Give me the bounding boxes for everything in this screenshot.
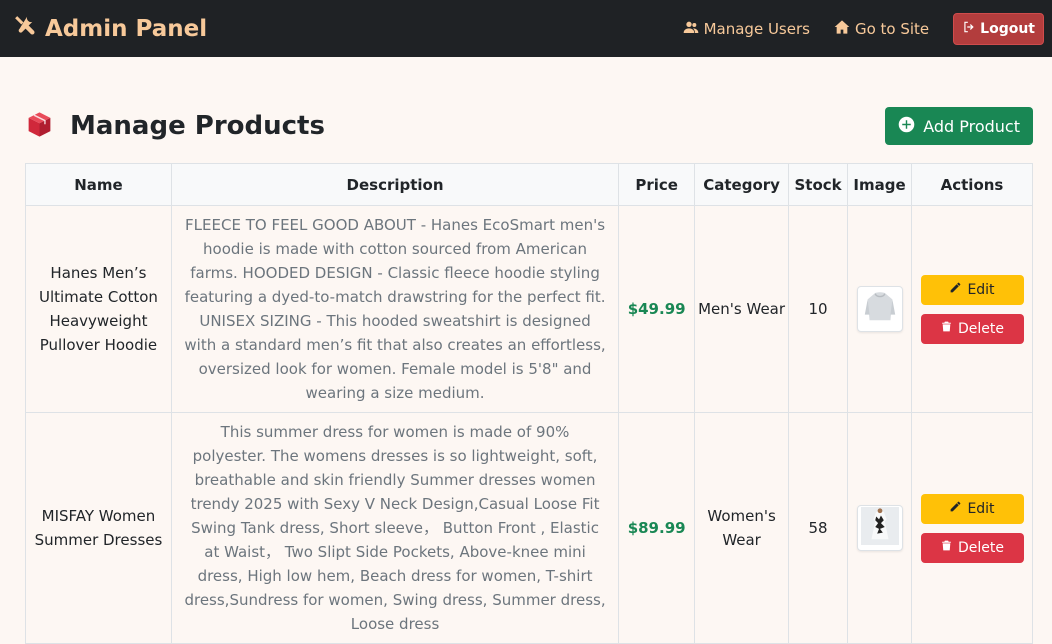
dress-thumbnail-icon [860, 507, 899, 549]
product-price: $89.99 [618, 412, 696, 644]
page-header: Manage Products Add Product [25, 107, 1033, 145]
product-thumbnail[interactable] [856, 505, 903, 551]
brand[interactable]: Admin Panel [12, 13, 207, 44]
edit-label: Edit [967, 281, 995, 298]
edit-label: Edit [967, 500, 995, 517]
column-header-name: Name [25, 163, 172, 206]
hoodie-thumbnail-icon [860, 288, 899, 330]
pencil-icon [949, 281, 962, 298]
go-to-site-link[interactable]: Go to Site [834, 19, 929, 39]
users-icon [683, 19, 699, 39]
column-header-stock: Stock [788, 163, 849, 206]
delete-button[interactable]: Delete [920, 532, 1024, 563]
add-product-label: Add Product [923, 116, 1020, 136]
column-header-image: Image [847, 163, 912, 206]
pencil-icon [949, 500, 962, 517]
table-row: Hanes Men’s Ultimate Cotton Heavyweight … [25, 205, 1033, 413]
manage-users-label: Manage Users [703, 19, 810, 38]
product-image-cell [847, 412, 912, 644]
products-table: Name Description Price Category Stock Im… [25, 163, 1033, 644]
product-name: MISFAY Women Summer Dresses [25, 412, 172, 644]
box-icon [25, 110, 54, 143]
logout-button[interactable]: Logout [953, 12, 1044, 45]
trash-icon [940, 320, 953, 337]
manage-users-link[interactable]: Manage Users [683, 19, 810, 39]
product-description: This summer dress for women is made of 9… [170, 412, 620, 644]
action-buttons: Edit Delete [912, 274, 1032, 344]
delete-label: Delete [958, 320, 1004, 337]
home-icon [834, 19, 850, 39]
trash-icon [940, 539, 953, 556]
product-price: $49.99 [618, 205, 696, 413]
column-header-description: Description [170, 163, 620, 206]
column-header-price: Price [618, 163, 696, 206]
product-description: FLEECE TO FEEL GOOD ABOUT - Hanes EcoSma… [170, 205, 620, 413]
table-row: MISFAY Women Summer Dresses This summer … [25, 412, 1033, 644]
tools-icon [12, 13, 37, 44]
column-header-category: Category [694, 163, 790, 206]
column-header-actions: Actions [911, 163, 1033, 206]
product-image-cell [847, 205, 912, 413]
product-category: Women's Wear [694, 412, 790, 644]
add-product-button[interactable]: Add Product [885, 107, 1033, 145]
action-buttons: Edit Delete [912, 493, 1032, 563]
delete-label: Delete [958, 539, 1004, 556]
plus-circle-icon [898, 116, 915, 137]
product-stock: 10 [788, 205, 849, 413]
product-stock: 58 [788, 412, 849, 644]
logout-label: Logout [980, 20, 1035, 37]
nav-links: Manage Users Go to Site Logout [683, 12, 1044, 45]
product-actions-cell: Edit Delete [911, 205, 1033, 413]
edit-button[interactable]: Edit [920, 493, 1024, 524]
product-thumbnail[interactable] [856, 286, 903, 332]
table-header-row: Name Description Price Category Stock Im… [25, 163, 1033, 206]
top-navbar: Admin Panel Manage Users Go to Site Logo… [0, 0, 1052, 57]
page-title: Manage Products [70, 111, 325, 141]
product-name: Hanes Men’s Ultimate Cotton Heavyweight … [25, 205, 172, 413]
edit-button[interactable]: Edit [920, 274, 1024, 305]
logout-icon [962, 20, 976, 38]
delete-button[interactable]: Delete [920, 313, 1024, 344]
page-title-group: Manage Products [25, 110, 325, 143]
brand-label: Admin Panel [45, 15, 208, 42]
go-to-site-label: Go to Site [854, 19, 930, 38]
product-actions-cell: Edit Delete [911, 412, 1033, 644]
product-category: Men's Wear [694, 205, 790, 413]
